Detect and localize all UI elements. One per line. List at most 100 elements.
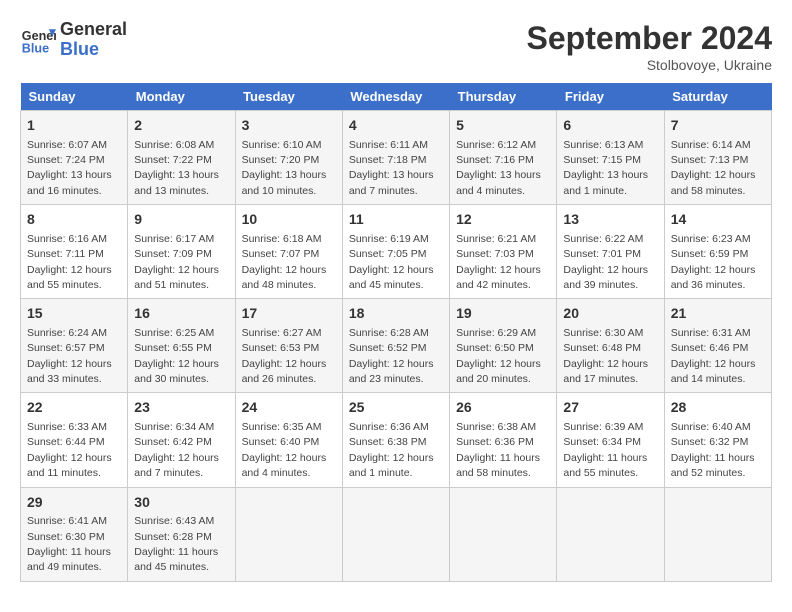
day-number: 27	[563, 398, 657, 418]
calendar-cell: 1 Sunrise: 6:07 AM Sunset: 7:24 PM Daylig…	[21, 111, 128, 205]
title-area: September 2024 Stolbovoye, Ukraine	[527, 20, 772, 73]
calendar-cell	[342, 487, 449, 581]
day-number: 6	[563, 116, 657, 136]
day-number: 30	[134, 493, 228, 513]
calendar-cell: 10Sunrise: 6:18 AM Sunset: 7:07 PM Dayli…	[235, 205, 342, 299]
calendar-cell: 28 Sunrise: 6:40 AM Sunset: 6:32 PM Dayli…	[664, 393, 771, 487]
day-number: 9	[134, 210, 228, 230]
calendar-cell: 3 Sunrise: 6:10 AM Sunset: 7:20 PM Daylig…	[235, 111, 342, 205]
day-number: 3	[242, 116, 336, 136]
day-detail: Sunrise: 6:23 AM Sunset: 6:59 PM Dayligh…	[671, 233, 756, 291]
logo-icon: General Blue	[20, 22, 56, 58]
calendar-week-4: 22 Sunrise: 6:33 AM Sunset: 6:44 PM Dayli…	[21, 393, 772, 487]
day-number: 26	[456, 398, 550, 418]
day-detail: Sunrise: 6:39 AM Sunset: 6:34 PM Dayligh…	[563, 421, 647, 479]
calendar-cell: 9 Sunrise: 6:17 AM Sunset: 7:09 PM Daylig…	[128, 205, 235, 299]
calendar-cell: 23Sunrise: 6:34 AM Sunset: 6:42 PM Dayli…	[128, 393, 235, 487]
day-detail: Sunrise: 6:27 AM Sunset: 6:53 PM Dayligh…	[242, 327, 327, 385]
day-number: 14	[671, 210, 765, 230]
calendar-week-5: 29Sunrise: 6:41 AM Sunset: 6:30 PM Dayli…	[21, 487, 772, 581]
day-detail: Sunrise: 6:11 AM Sunset: 7:18 PM Dayligh…	[349, 139, 434, 197]
calendar-cell: 30Sunrise: 6:43 AM Sunset: 6:28 PM Dayli…	[128, 487, 235, 581]
logo-text: General Blue	[60, 20, 127, 60]
day-number: 16	[134, 304, 228, 324]
calendar-week-2: 8 Sunrise: 6:16 AM Sunset: 7:11 PM Daylig…	[21, 205, 772, 299]
day-number: 11	[349, 210, 443, 230]
location-subtitle: Stolbovoye, Ukraine	[527, 57, 772, 73]
logo: General Blue General Blue	[20, 20, 127, 60]
calendar-cell: 20Sunrise: 6:30 AM Sunset: 6:48 PM Dayli…	[557, 299, 664, 393]
calendar-cell: 21 Sunrise: 6:31 AM Sunset: 6:46 PM Dayli…	[664, 299, 771, 393]
calendar-cell	[450, 487, 557, 581]
day-number: 29	[27, 493, 121, 513]
weekday-header-saturday: Saturday	[664, 83, 771, 111]
day-number: 13	[563, 210, 657, 230]
day-detail: Sunrise: 6:41 AM Sunset: 6:30 PM Dayligh…	[27, 515, 111, 573]
calendar-cell: 18 Sunrise: 6:28 AM Sunset: 6:52 PM Dayli…	[342, 299, 449, 393]
day-number: 1	[27, 116, 121, 136]
day-number: 8	[27, 210, 121, 230]
calendar-cell	[235, 487, 342, 581]
calendar-cell: 5 Sunrise: 6:12 AM Sunset: 7:16 PM Daylig…	[450, 111, 557, 205]
calendar-cell: 2Sunrise: 6:08 AM Sunset: 7:22 PM Daylig…	[128, 111, 235, 205]
day-detail: Sunrise: 6:13 AM Sunset: 7:15 PM Dayligh…	[563, 139, 648, 197]
calendar-cell	[557, 487, 664, 581]
calendar-cell: 15 Sunrise: 6:24 AM Sunset: 6:57 PM Dayli…	[21, 299, 128, 393]
day-detail: Sunrise: 6:43 AM Sunset: 6:28 PM Dayligh…	[134, 515, 218, 573]
day-detail: Sunrise: 6:12 AM Sunset: 7:16 PM Dayligh…	[456, 139, 541, 197]
month-title: September 2024	[527, 20, 772, 57]
calendar-cell: 8 Sunrise: 6:16 AM Sunset: 7:11 PM Daylig…	[21, 205, 128, 299]
day-detail: Sunrise: 6:16 AM Sunset: 7:11 PM Dayligh…	[27, 233, 112, 291]
weekday-header-friday: Friday	[557, 83, 664, 111]
day-detail: Sunrise: 6:28 AM Sunset: 6:52 PM Dayligh…	[349, 327, 434, 385]
day-detail: Sunrise: 6:36 AM Sunset: 6:38 PM Dayligh…	[349, 421, 434, 479]
day-detail: Sunrise: 6:25 AM Sunset: 6:55 PM Dayligh…	[134, 327, 219, 385]
calendar-cell: 12 Sunrise: 6:21 AM Sunset: 7:03 PM Dayli…	[450, 205, 557, 299]
calendar-cell: 26Sunrise: 6:38 AM Sunset: 6:36 PM Dayli…	[450, 393, 557, 487]
weekday-header-tuesday: Tuesday	[235, 83, 342, 111]
day-number: 12	[456, 210, 550, 230]
day-detail: Sunrise: 6:19 AM Sunset: 7:05 PM Dayligh…	[349, 233, 434, 291]
svg-text:Blue: Blue	[22, 41, 49, 55]
weekday-header-wednesday: Wednesday	[342, 83, 449, 111]
day-detail: Sunrise: 6:17 AM Sunset: 7:09 PM Dayligh…	[134, 233, 219, 291]
day-number: 18	[349, 304, 443, 324]
weekday-header-row: SundayMondayTuesdayWednesdayThursdayFrid…	[21, 83, 772, 111]
day-number: 15	[27, 304, 121, 324]
calendar-cell: 6 Sunrise: 6:13 AM Sunset: 7:15 PM Daylig…	[557, 111, 664, 205]
calendar-cell: 17 Sunrise: 6:27 AM Sunset: 6:53 PM Dayli…	[235, 299, 342, 393]
weekday-header-monday: Monday	[128, 83, 235, 111]
calendar-cell: 24 Sunrise: 6:35 AM Sunset: 6:40 PM Dayli…	[235, 393, 342, 487]
calendar-cell	[664, 487, 771, 581]
weekday-header-sunday: Sunday	[21, 83, 128, 111]
day-detail: Sunrise: 6:35 AM Sunset: 6:40 PM Dayligh…	[242, 421, 327, 479]
calendar-cell: 14 Sunrise: 6:23 AM Sunset: 6:59 PM Dayli…	[664, 205, 771, 299]
day-number: 28	[671, 398, 765, 418]
day-detail: Sunrise: 6:07 AM Sunset: 7:24 PM Dayligh…	[27, 139, 112, 197]
day-detail: Sunrise: 6:24 AM Sunset: 6:57 PM Dayligh…	[27, 327, 112, 385]
calendar-week-3: 15 Sunrise: 6:24 AM Sunset: 6:57 PM Dayli…	[21, 299, 772, 393]
calendar-cell: 11 Sunrise: 6:19 AM Sunset: 7:05 PM Dayli…	[342, 205, 449, 299]
day-detail: Sunrise: 6:40 AM Sunset: 6:32 PM Dayligh…	[671, 421, 755, 479]
day-detail: Sunrise: 6:34 AM Sunset: 6:42 PM Dayligh…	[134, 421, 219, 479]
calendar-cell: 13 Sunrise: 6:22 AM Sunset: 7:01 PM Dayli…	[557, 205, 664, 299]
day-number: 17	[242, 304, 336, 324]
day-number: 21	[671, 304, 765, 324]
day-number: 20	[563, 304, 657, 324]
day-detail: Sunrise: 6:21 AM Sunset: 7:03 PM Dayligh…	[456, 233, 541, 291]
day-number: 10	[242, 210, 336, 230]
calendar-table: SundayMondayTuesdayWednesdayThursdayFrid…	[20, 83, 772, 582]
day-detail: Sunrise: 6:33 AM Sunset: 6:44 PM Dayligh…	[27, 421, 112, 479]
day-detail: Sunrise: 6:29 AM Sunset: 6:50 PM Dayligh…	[456, 327, 541, 385]
day-detail: Sunrise: 6:31 AM Sunset: 6:46 PM Dayligh…	[671, 327, 756, 385]
header: General Blue General Blue September 2024…	[20, 20, 772, 73]
day-number: 22	[27, 398, 121, 418]
day-detail: Sunrise: 6:10 AM Sunset: 7:20 PM Dayligh…	[242, 139, 327, 197]
calendar-cell: 19Sunrise: 6:29 AM Sunset: 6:50 PM Dayli…	[450, 299, 557, 393]
day-detail: Sunrise: 6:14 AM Sunset: 7:13 PM Dayligh…	[671, 139, 756, 197]
day-number: 5	[456, 116, 550, 136]
day-number: 2	[134, 116, 228, 136]
day-number: 25	[349, 398, 443, 418]
day-detail: Sunrise: 6:22 AM Sunset: 7:01 PM Dayligh…	[563, 233, 648, 291]
day-number: 24	[242, 398, 336, 418]
